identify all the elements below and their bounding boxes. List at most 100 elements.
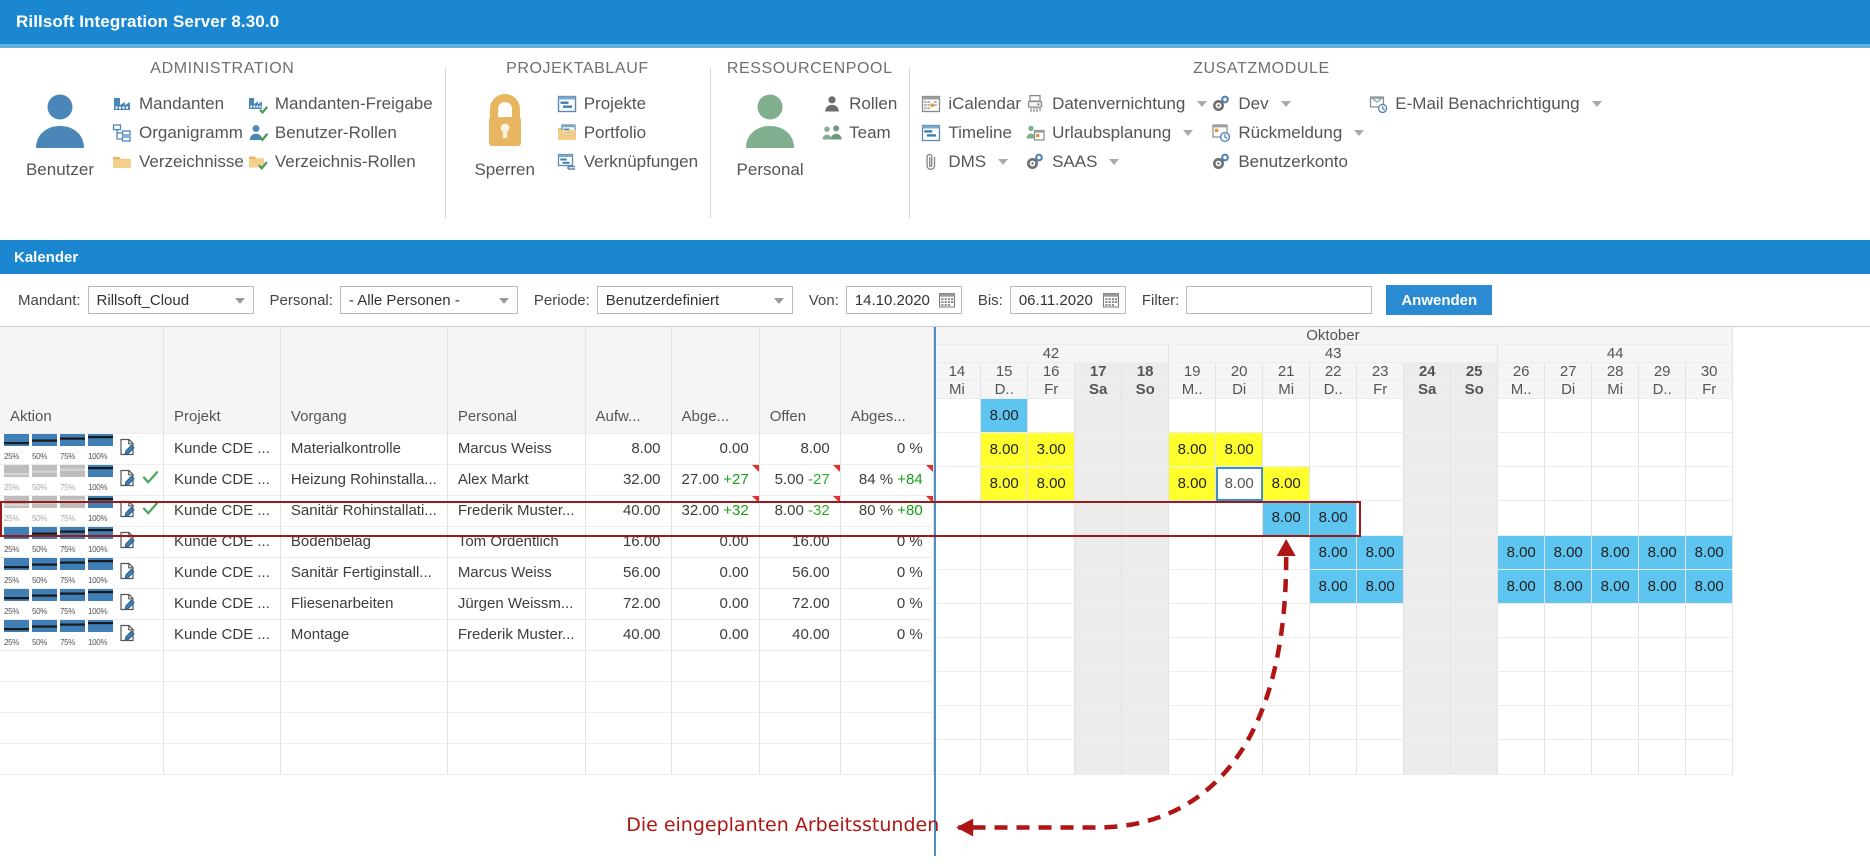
calendar-empty-cell[interactable] [980,739,1029,775]
ribbon-item-verzeichnisse[interactable]: Verzeichnisse [112,152,244,172]
calendar-empty-cell[interactable] [1450,705,1499,741]
ribbon-item-verkn-pfungen[interactable]: Verknüpfungen [557,152,698,172]
calendar-empty-cell[interactable] [1168,705,1217,741]
calendar-empty-cell[interactable] [1027,705,1076,741]
calendar-empty-cell[interactable] [1215,637,1264,673]
calendar-hour-cell[interactable]: 8.00 [1309,535,1358,570]
calendar-icon[interactable] [938,291,956,313]
calendar-hour-cell[interactable] [1262,535,1311,570]
column-header-abge[interactable]: Abge... [671,327,760,434]
ribbon-item-saas[interactable]: SAAS [1025,152,1207,172]
calendar-hour-cell[interactable] [1074,500,1123,536]
column-header-aktion[interactable]: Aktion [0,327,164,434]
calendar-hour-cell[interactable] [1403,535,1452,570]
calendar-empty-cell[interactable] [1591,739,1640,775]
calendar-empty-cell[interactable] [1262,739,1311,775]
calendar-hour-cell[interactable] [1309,466,1358,502]
calendar-hour-cell[interactable] [1121,500,1170,536]
calendar-hour-cell[interactable] [1121,466,1170,502]
set-progress-75-button[interactable]: 75% [60,620,85,649]
set-progress-75-button[interactable]: 75% [60,496,85,525]
calendar-empty-cell[interactable] [1074,705,1123,741]
calendar-hour-cell[interactable]: 8.00 [1638,535,1687,570]
ribbon-big-button-sperren[interactable]: Sperren [457,88,553,180]
ribbon-item-projekte[interactable]: Projekte [557,94,698,114]
set-progress-75-button[interactable]: 75% [60,558,85,587]
calendar-empty-cell[interactable] [1215,739,1264,775]
calendar-hour-cell[interactable] [1403,466,1452,502]
calendar-empty-cell[interactable] [933,671,982,707]
calendar-icon[interactable] [1102,291,1120,313]
calendar-empty-cell[interactable] [1215,671,1264,707]
calendar-hour-cell[interactable]: 8.00 [1638,569,1687,604]
calendar-hour-cell[interactable] [1309,398,1358,434]
set-progress-25-button[interactable]: 25% [4,465,29,494]
calendar-hour-cell[interactable] [1168,398,1217,434]
column-header-projekt[interactable]: Projekt [163,327,281,434]
calendar-empty-cell[interactable] [1497,671,1546,707]
edit-icon[interactable] [119,500,136,522]
calendar-hour-cell[interactable] [1356,466,1405,502]
calendar-hour-cell[interactable]: 8.00 [1591,535,1640,570]
ribbon-item-timeline[interactable]: Timeline [921,123,1021,143]
table-row[interactable]: 25% 50% 75% 100% Kunde CDE ... Sanitär Fertig… [0,557,934,589]
calendar-hour-cell[interactable] [933,535,982,570]
calendar-empty-cell[interactable] [933,637,982,673]
calendar-hour-cell[interactable] [933,432,982,468]
calendar-empty-cell[interactable] [1309,671,1358,707]
calendar-empty-cell[interactable] [1121,739,1170,775]
calendar-hour-cell[interactable] [1356,500,1405,536]
calendar-hour-cell[interactable] [1074,432,1123,468]
edit-icon[interactable] [119,469,136,491]
apply-button[interactable]: Anwenden [1386,285,1493,315]
calendar-empty-cell[interactable] [1403,739,1452,775]
chevron-down-icon[interactable] [1197,101,1208,107]
calendar-empty-cell[interactable] [1027,637,1076,673]
calendar-hour-cell[interactable] [1638,500,1687,536]
calendar-hour-cell[interactable] [1450,398,1499,434]
calendar-hour-cell[interactable] [1168,603,1217,638]
set-progress-50-button[interactable]: 50% [32,527,57,556]
calendar-empty-cell[interactable] [1544,705,1593,741]
calendar-empty-cell[interactable] [1356,637,1405,673]
calendar-hour-cell[interactable] [1450,500,1499,536]
calendar-hour-cell[interactable] [1497,398,1546,434]
calendar-hour-cell[interactable] [1215,569,1264,604]
calendar-empty-cell[interactable] [1591,637,1640,673]
calendar-empty-cell[interactable] [1544,637,1593,673]
calendar-empty-cell[interactable] [1027,671,1076,707]
calendar-hour-cell[interactable] [933,398,982,434]
calendar-hour-cell[interactable] [1544,603,1593,638]
edit-icon[interactable] [119,438,136,460]
set-progress-100-button[interactable]: 100% [88,620,113,649]
calendar-hour-cell[interactable] [1591,466,1640,502]
calendar-hour-cell[interactable] [1168,535,1217,570]
calendar-hour-cell[interactable]: 8.00 [1215,466,1264,502]
calendar-empty-cell[interactable] [1262,671,1311,707]
ribbon-big-button-benutzer[interactable]: Benutzer [12,88,108,180]
calendar-hour-cell[interactable]: 8.00 [1591,569,1640,604]
calendar-empty-cell[interactable] [1638,705,1687,741]
filter-input[interactable] [1186,286,1373,314]
calendar-empty-cell[interactable] [1685,637,1734,673]
calendar-hour-cell[interactable] [1356,398,1405,434]
set-progress-50-button[interactable]: 50% [32,465,57,494]
calendar-empty-cell[interactable] [1497,637,1546,673]
set-progress-25-button[interactable]: 25% [4,589,29,618]
calendar-hour-cell[interactable] [1215,398,1264,434]
calendar-hour-cell[interactable] [1544,500,1593,536]
set-progress-25-button[interactable]: 25% [4,434,29,463]
calendar-hour-cell[interactable]: 8.00 [980,398,1029,434]
edit-icon[interactable] [119,593,136,615]
calendar-empty-cell[interactable] [1497,705,1546,741]
calendar-hour-cell[interactable]: 8.00 [980,432,1029,468]
calendar-empty-cell[interactable] [1121,637,1170,673]
calendar-hour-cell[interactable] [1591,398,1640,434]
calendar-hour-cell[interactable] [1121,398,1170,434]
calendar-empty-cell[interactable] [1544,671,1593,707]
calendar-hour-cell[interactable]: 8.00 [1497,535,1546,570]
set-progress-50-button[interactable]: 50% [32,558,57,587]
calendar-empty-cell[interactable] [1309,705,1358,741]
calendar-hour-cell[interactable] [1638,398,1687,434]
calendar-hour-cell[interactable] [1591,603,1640,638]
